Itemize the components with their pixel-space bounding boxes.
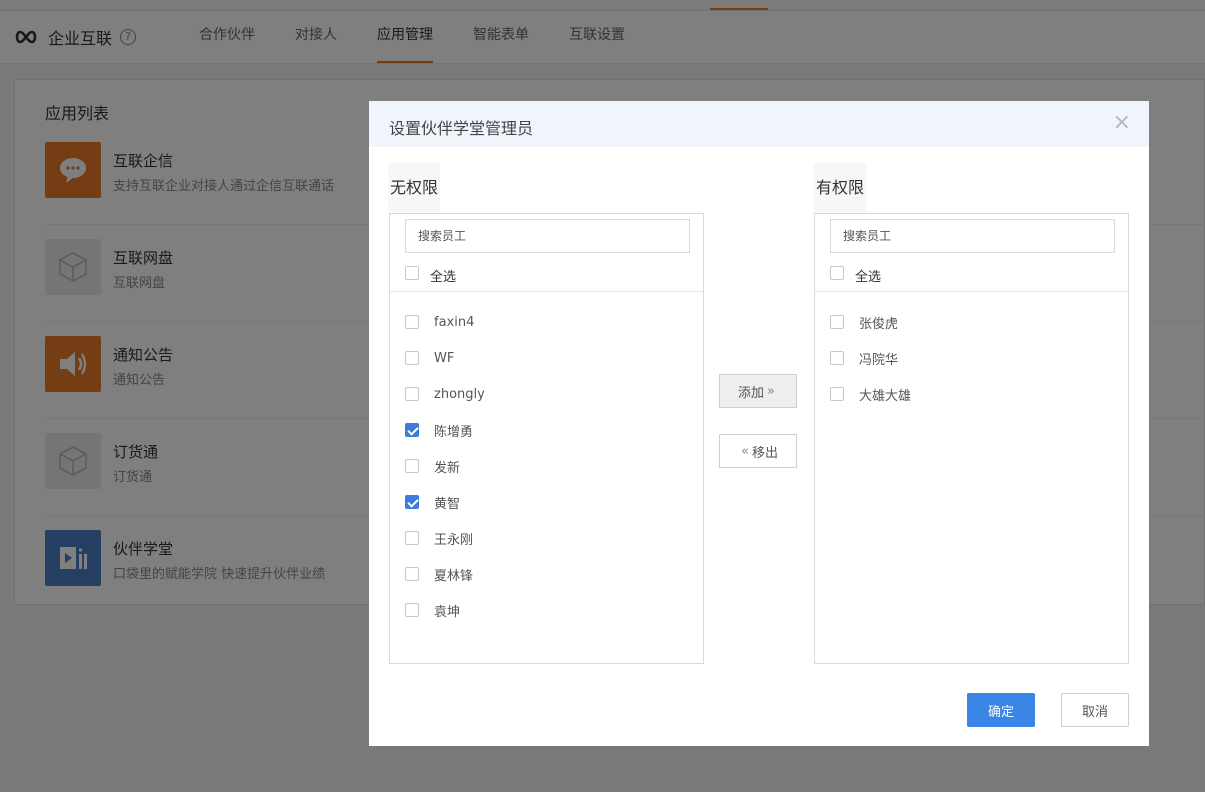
- remove-label: 移出: [751, 445, 778, 461]
- item-checkbox[interactable]: [405, 315, 419, 329]
- set-admin-dialog: 设置伙伴学堂管理员 × 无权限 全选 faxin4 WF zhongly 陈增勇…: [369, 101, 1149, 746]
- select-all-label: 全选: [855, 269, 882, 285]
- divider: [815, 291, 1128, 292]
- item-label: 夏林锋: [434, 568, 474, 584]
- item-checkbox[interactable]: [830, 351, 844, 365]
- add-label: 添加: [738, 385, 765, 401]
- item-checkbox[interactable]: [405, 603, 419, 617]
- item-label: WF: [434, 350, 455, 366]
- select-all-label: 全选: [430, 269, 457, 285]
- list-item[interactable]: zhongly: [405, 376, 485, 412]
- item-checkbox[interactable]: [830, 315, 844, 329]
- item-label: 发新: [434, 460, 461, 476]
- item-label: 大雄大雄: [859, 388, 912, 404]
- item-checkbox[interactable]: [405, 387, 419, 401]
- item-label: 袁坤: [434, 604, 461, 620]
- has-permission-list: 全选 张俊虎 冯院华 大雄大雄: [814, 213, 1129, 664]
- select-all-checkbox[interactable]: [830, 266, 844, 280]
- item-label: 陈增勇: [434, 424, 474, 440]
- employee-list: 张俊虎 冯院华 大雄大雄: [830, 304, 911, 412]
- item-checkbox[interactable]: [405, 531, 419, 545]
- dialog-header: 设置伙伴学堂管理员 ×: [369, 101, 1149, 147]
- list-item[interactable]: faxin4: [405, 304, 485, 340]
- add-button[interactable]: 添加 »: [719, 374, 797, 408]
- select-all[interactable]: 全选: [405, 263, 457, 285]
- list-item[interactable]: 大雄大雄: [830, 376, 911, 412]
- confirm-button[interactable]: 确定: [967, 693, 1035, 727]
- employee-list: faxin4 WF zhongly 陈增勇 发新 黄智 王永刚 夏林锋 袁坤: [405, 304, 485, 628]
- item-checkbox[interactable]: [405, 351, 419, 365]
- select-all-checkbox[interactable]: [405, 266, 419, 280]
- no-permission-title: 无权限: [388, 163, 441, 213]
- list-item[interactable]: 张俊虎: [830, 304, 911, 340]
- dialog-title: 设置伙伴学堂管理员: [389, 119, 534, 138]
- list-item[interactable]: WF: [405, 340, 485, 376]
- double-chevron-right-icon: »: [767, 383, 775, 399]
- list-item[interactable]: 王永刚: [405, 520, 485, 556]
- item-checkbox[interactable]: [830, 387, 844, 401]
- double-chevron-left-icon: «: [741, 443, 749, 459]
- select-all[interactable]: 全选: [830, 263, 882, 285]
- cancel-button[interactable]: 取消: [1061, 693, 1129, 727]
- search-input[interactable]: [830, 219, 1115, 253]
- item-checkbox[interactable]: [405, 567, 419, 581]
- list-item[interactable]: 发新: [405, 448, 485, 484]
- list-item[interactable]: 陈增勇: [405, 412, 485, 448]
- item-label: 张俊虎: [859, 316, 899, 332]
- list-item[interactable]: 黄智: [405, 484, 485, 520]
- item-label: faxin4: [434, 314, 475, 330]
- has-permission-title: 有权限: [814, 163, 867, 213]
- list-item[interactable]: 夏林锋: [405, 556, 485, 592]
- list-item[interactable]: 袁坤: [405, 592, 485, 628]
- close-icon[interactable]: ×: [1113, 112, 1131, 134]
- divider: [390, 291, 703, 292]
- remove-button[interactable]: « 移出: [719, 434, 797, 468]
- no-permission-list: 全选 faxin4 WF zhongly 陈增勇 发新 黄智 王永刚 夏林锋 袁…: [389, 213, 704, 664]
- item-label: zhongly: [434, 386, 485, 402]
- item-checkbox-checked[interactable]: [405, 495, 419, 509]
- item-label: 王永刚: [434, 532, 474, 548]
- item-label: 黄智: [434, 496, 461, 512]
- item-checkbox-checked[interactable]: [405, 423, 419, 437]
- item-checkbox[interactable]: [405, 459, 419, 473]
- list-item[interactable]: 冯院华: [830, 340, 911, 376]
- item-label: 冯院华: [859, 352, 899, 368]
- search-input[interactable]: [405, 219, 690, 253]
